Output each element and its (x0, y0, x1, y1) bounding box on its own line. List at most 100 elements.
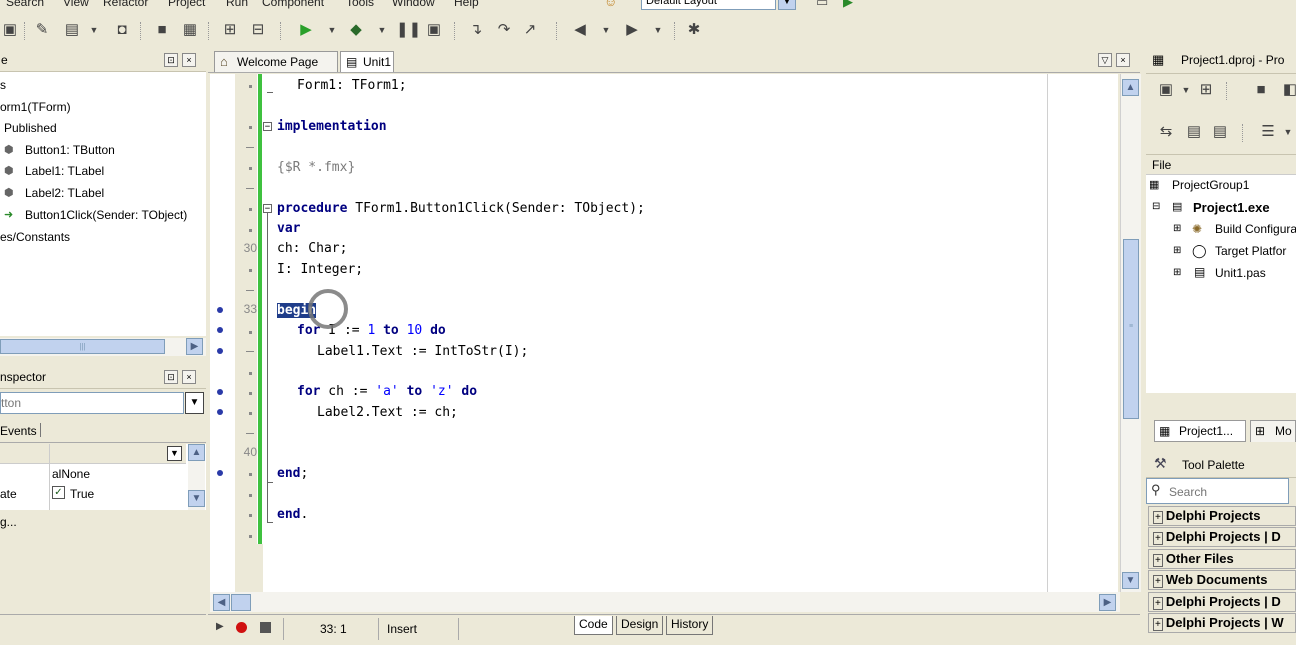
add-file-icon[interactable]: ⊞ (220, 20, 240, 40)
step-over-icon[interactable]: ↷ (494, 20, 514, 40)
forward-dropdown-icon[interactable]: ▼ (648, 20, 668, 40)
activate-icon[interactable]: ▣ (1156, 80, 1176, 100)
options-icon[interactable]: ◧ (1280, 80, 1296, 100)
scroll-down-icon[interactable]: ▼ (1122, 572, 1139, 589)
new-icon[interactable]: ⊞ (1196, 80, 1216, 100)
executable-line-marker[interactable] (217, 389, 223, 395)
sync-icon[interactable]: ⇆ (1156, 122, 1176, 142)
save-icon[interactable]: ◘ (112, 20, 132, 40)
menu-refactor[interactable]: Refactor (103, 0, 148, 9)
tab-welcome-page[interactable]: ⌂ Welcome Page (214, 51, 338, 72)
executable-line-marker[interactable] (217, 470, 223, 476)
open-dropdown-icon[interactable]: ▼ (84, 20, 104, 40)
tree-item-button1[interactable]: Button1: TButton (25, 143, 115, 157)
scroll-up-icon[interactable]: ▲ (188, 444, 205, 461)
tree-item-label2[interactable]: Label2: TLabel (25, 186, 104, 200)
structure-hscroll[interactable]: ||| ▶ (0, 338, 206, 356)
menu-help[interactable]: Help (454, 0, 479, 9)
inspector-vscroll[interactable]: ▲ ▼ (188, 444, 205, 510)
remove-file-icon[interactable]: ⊟ (248, 20, 268, 40)
palette-section[interactable]: + Delphi Projects (1148, 506, 1296, 526)
collapse-icon[interactable]: ▤ (1210, 122, 1230, 142)
layout-combo-dropdown[interactable]: ▼ (778, 0, 796, 10)
scroll-right-icon[interactable]: ▶ (186, 338, 203, 355)
tree-item-unit1-pas[interactable]: Unit1.pas (1215, 266, 1266, 280)
property-value[interactable]: alNone (52, 467, 90, 481)
checkbox[interactable]: ✓ (52, 486, 65, 499)
tree-item-form1[interactable]: orm1(TForm) (0, 100, 71, 114)
fold-toggle-icon[interactable]: − (263, 122, 272, 132)
expand-icon[interactable]: ⊞ (1173, 267, 1181, 278)
pin-icon[interactable]: ⊡ (164, 53, 178, 67)
menu-view[interactable]: View (63, 0, 89, 9)
sort-icon[interactable]: ☰ (1258, 122, 1278, 142)
set-layout-icon[interactable]: ▶ (843, 0, 853, 10)
palette-search[interactable]: ⚲ (1146, 478, 1289, 504)
tree-item-types-constants[interactable]: es/Constants (0, 230, 70, 244)
new-icon[interactable]: ▣ (0, 20, 20, 40)
back-icon[interactable]: ◀ (570, 20, 590, 40)
tab-dropdown-icon[interactable]: ▽ (1098, 53, 1112, 67)
scroll-thumb[interactable]: ≡ (1123, 239, 1139, 419)
pause-icon[interactable]: ❚❚ (396, 20, 421, 40)
chevron-down-icon[interactable]: ▼ (167, 446, 182, 461)
new-items-icon[interactable]: ✎ (32, 20, 52, 40)
palette-section[interactable]: + Web Documents (1148, 570, 1296, 590)
editor-vscroll[interactable]: ▲ ≡ ▼ (1120, 74, 1141, 592)
tree-item-project1-exe[interactable]: Project1.exe (1193, 200, 1270, 215)
tree-item-label1[interactable]: Label1: TLabel (25, 164, 104, 178)
tree-item-target-platforms[interactable]: Target Platfor (1215, 244, 1286, 258)
run-without-debug-dropdown-icon[interactable]: ▼ (372, 20, 392, 40)
dropdown-icon[interactable]: ▼ (1176, 80, 1196, 100)
save-all-icon[interactable]: ■ (152, 20, 172, 40)
menu-project[interactable]: Project (168, 0, 205, 9)
breakpoint-gutter[interactable] (210, 74, 235, 592)
run-icon[interactable]: ▶ (296, 20, 316, 40)
scroll-down-icon[interactable]: ▼ (188, 490, 205, 507)
scroll-up-icon[interactable]: ▲ (1122, 79, 1139, 96)
forward-icon[interactable]: ▶ (622, 20, 642, 40)
scroll-thumb[interactable]: ||| (0, 339, 165, 354)
close-icon[interactable]: × (182, 370, 196, 384)
tab-model-view[interactable]: ⊞ Mo (1250, 420, 1296, 442)
menu-tools[interactable]: Tools (346, 0, 374, 9)
file-column-header[interactable]: File (1146, 155, 1296, 175)
play-macro-icon[interactable]: ▶ (216, 621, 224, 632)
chevron-down-icon[interactable]: ▼ (185, 392, 204, 414)
back-dropdown-icon[interactable]: ▼ (596, 20, 616, 40)
executable-line-marker[interactable] (217, 348, 223, 354)
tab-design[interactable]: Design (616, 616, 664, 635)
tree-item-button1click[interactable]: Button1Click(Sender: TObject) (25, 208, 187, 222)
scroll-right-icon[interactable]: ▶ (1099, 594, 1116, 611)
inspector-bottom-link[interactable]: g... (0, 515, 17, 529)
run-dropdown-icon[interactable]: ▼ (322, 20, 342, 40)
tree-item[interactable]: s (0, 78, 6, 92)
save-layout-icon[interactable]: ▭ (816, 0, 828, 10)
menu-search[interactable]: Search (6, 0, 44, 9)
property-value[interactable]: True (70, 487, 94, 501)
executable-line-marker[interactable] (217, 307, 223, 313)
menu-component[interactable]: Component (262, 0, 324, 9)
layout-combo[interactable]: Default Layout (641, 0, 776, 10)
trace-into-icon[interactable]: ↴ (466, 20, 486, 40)
remove-icon[interactable]: ■ (1251, 80, 1271, 100)
record-macro-icon[interactable] (236, 622, 247, 633)
stop-macro-icon[interactable] (260, 622, 271, 633)
close-icon[interactable]: × (182, 53, 196, 67)
tab-code[interactable]: Code (574, 616, 613, 635)
fold-toggle-icon[interactable]: − (263, 204, 272, 214)
run-to-cursor-icon[interactable]: ↗ (520, 20, 540, 40)
tab-history[interactable]: History (666, 616, 714, 635)
expand-icon[interactable]: ▤ (1184, 122, 1204, 142)
help-icon[interactable]: ✱ (684, 20, 704, 40)
scroll-left-icon[interactable]: ◀ (213, 594, 230, 611)
tree-item-projectgroup1[interactable]: ProjectGroup1 (1172, 178, 1249, 192)
menu-run[interactable]: Run (226, 0, 248, 9)
stop-icon[interactable]: ▣ (424, 20, 444, 40)
tab-project-manager[interactable]: ▦ Project1... (1154, 420, 1246, 442)
collapse-icon[interactable]: ⊟ (1152, 201, 1160, 212)
tab-unit1[interactable]: ▤ Unit1 (340, 51, 394, 72)
open-icon[interactable]: ▤ (62, 20, 82, 40)
menu-window[interactable]: Window (392, 0, 435, 9)
palette-section[interactable]: + Delphi Projects | W (1148, 613, 1296, 633)
